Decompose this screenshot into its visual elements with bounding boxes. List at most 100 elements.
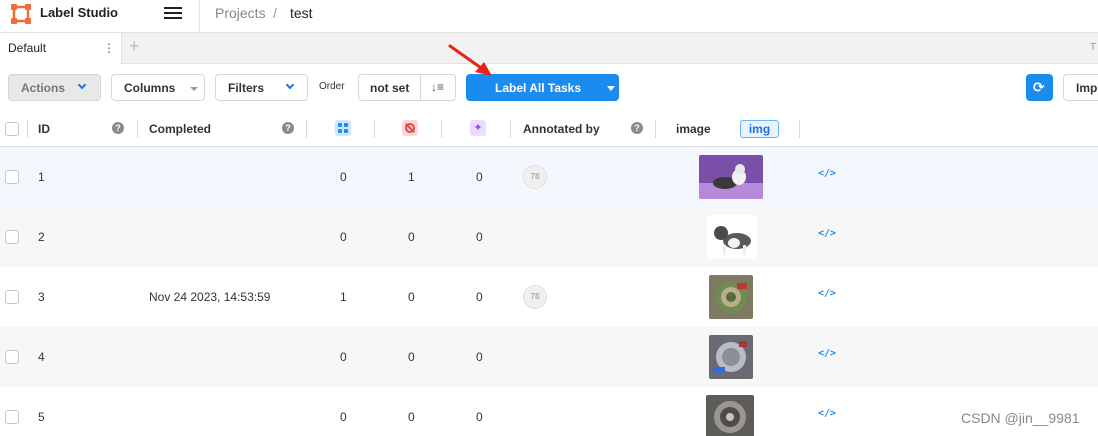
- annotator-avatar: 78: [523, 285, 547, 309]
- header-divider: [199, 0, 200, 33]
- columns-label: Columns: [124, 81, 176, 95]
- table-row[interactable]: 2 0 0 0 </>: [0, 207, 1098, 267]
- row-checkbox[interactable]: [5, 350, 19, 364]
- row-checkbox[interactable]: [5, 290, 19, 304]
- cell-total-annotations: 1: [340, 290, 347, 304]
- tab-default[interactable]: Default ⋮: [0, 33, 122, 64]
- chevron-down-icon: [77, 80, 87, 90]
- table-row[interactable]: 4 0 0 0 </>: [0, 327, 1098, 387]
- cell-id: 4: [38, 350, 45, 364]
- csdn-watermark: CSDN @jin__9981: [961, 410, 1080, 426]
- import-label: Impo: [1076, 81, 1098, 95]
- annotator-avatar: 78: [523, 165, 547, 189]
- refresh-icon: ⟳: [1033, 79, 1045, 95]
- breadcrumb-project-name: test: [290, 5, 313, 21]
- cell-cancelled: 1: [408, 170, 415, 184]
- breadcrumb-separator: /: [273, 5, 277, 21]
- code-view-icon[interactable]: </>: [818, 288, 836, 299]
- cell-id: 2: [38, 230, 45, 244]
- cell-predictions: 0: [476, 350, 483, 364]
- column-divider: [137, 120, 138, 138]
- filters-button[interactable]: Filters: [215, 74, 308, 101]
- cell-predictions: 0: [476, 230, 483, 244]
- table-row[interactable]: 1 0 1 0 78 </>: [0, 147, 1098, 207]
- columns-button[interactable]: Columns: [111, 74, 205, 101]
- cell-id: 3: [38, 290, 45, 304]
- code-view-icon[interactable]: </>: [818, 228, 836, 239]
- cell-cancelled: 0: [408, 290, 415, 304]
- image-thumbnail-object-metal[interactable]: [709, 335, 753, 379]
- row-checkbox[interactable]: [5, 170, 19, 184]
- sort-direction-icon[interactable]: ↓≡: [431, 80, 444, 94]
- add-tab-icon[interactable]: +: [129, 36, 140, 57]
- import-button[interactable]: Impo: [1063, 74, 1098, 101]
- image-thumbnail-object-green[interactable]: [709, 275, 753, 319]
- help-icon[interactable]: ?: [631, 122, 643, 134]
- column-divider: [441, 120, 442, 138]
- column-divider: [510, 120, 511, 138]
- tab-bar: Default ⋮ + T: [0, 33, 1098, 64]
- column-divider: [27, 120, 28, 138]
- cell-completed: Nov 24 2023, 14:53:59: [149, 290, 271, 304]
- row-checkbox[interactable]: [5, 230, 19, 244]
- order-divider: [420, 75, 421, 100]
- code-view-icon[interactable]: </>: [818, 408, 836, 419]
- table-row[interactable]: 5 0 0 0 </>: [0, 387, 1098, 436]
- order-select[interactable]: not set ↓≡: [358, 74, 456, 101]
- cell-predictions: 0: [476, 170, 483, 184]
- column-header-annotated-by[interactable]: Annotated by: [523, 122, 600, 136]
- refresh-button[interactable]: ⟳: [1026, 74, 1053, 101]
- cell-id: 1: [38, 170, 45, 184]
- code-view-icon[interactable]: </>: [818, 168, 836, 179]
- breadcrumb-projects[interactable]: Projects: [215, 5, 266, 21]
- cell-total-annotations: 0: [340, 350, 347, 364]
- column-header-id[interactable]: ID: [38, 122, 50, 136]
- table-header: ID ? Completed ? ✦ Annotated by ? image …: [0, 112, 1098, 147]
- top-header: Label Studio Projects / test: [0, 0, 1098, 33]
- cell-predictions: 0: [476, 410, 483, 424]
- total-annotations-icon[interactable]: [335, 120, 351, 136]
- image-thumbnail-kitten[interactable]: [707, 215, 757, 259]
- label-all-tasks-button[interactable]: Label All Tasks: [466, 74, 619, 101]
- cell-cancelled: 0: [408, 350, 415, 364]
- column-divider: [306, 120, 307, 138]
- column-header-image[interactable]: image: [676, 122, 711, 136]
- caret-down-icon: [190, 87, 198, 91]
- cell-total-annotations: 0: [340, 230, 347, 244]
- red-arrow-annotation-icon: [448, 44, 492, 76]
- predictions-icon[interactable]: ✦: [470, 120, 486, 136]
- table-row[interactable]: 3 Nov 24 2023, 14:53:59 1 0 0 78 </>: [0, 267, 1098, 327]
- actions-label: Actions: [21, 81, 66, 95]
- help-icon[interactable]: ?: [112, 122, 124, 134]
- caret-down-icon[interactable]: [607, 86, 615, 91]
- label-all-tasks-label: Label All Tasks: [495, 81, 582, 95]
- column-divider: [799, 120, 800, 138]
- cancelled-annotations-icon[interactable]: [402, 120, 418, 136]
- cell-predictions: 0: [476, 290, 483, 304]
- order-value: not set: [370, 81, 410, 95]
- image-thumbnail-cat-purple[interactable]: [699, 155, 763, 199]
- column-divider: [655, 120, 656, 138]
- image-type-badge: img: [740, 120, 779, 138]
- cell-total-annotations: 0: [340, 170, 347, 184]
- image-thumbnail-object-dark[interactable]: [706, 395, 754, 436]
- row-checkbox[interactable]: [5, 410, 19, 424]
- hamburger-menu-icon[interactable]: [163, 4, 183, 22]
- cell-id: 5: [38, 410, 45, 424]
- code-view-icon[interactable]: </>: [818, 348, 836, 359]
- actions-button[interactable]: Actions: [8, 74, 101, 101]
- cell-cancelled: 0: [408, 410, 415, 424]
- order-label: Order: [319, 81, 345, 92]
- filters-label: Filters: [228, 81, 265, 95]
- tab-bar-right-text: T: [1090, 42, 1097, 53]
- cell-total-annotations: 0: [340, 410, 347, 424]
- help-icon[interactable]: ?: [282, 122, 294, 134]
- app-name: Label Studio: [40, 5, 118, 20]
- column-divider: [374, 120, 375, 138]
- tab-menu-icon[interactable]: ⋮: [103, 41, 115, 55]
- chevron-down-icon: [285, 80, 295, 90]
- label-studio-logo: [11, 4, 31, 24]
- select-all-checkbox[interactable]: [5, 122, 19, 136]
- column-header-completed[interactable]: Completed: [149, 122, 211, 136]
- tab-label: Default: [8, 41, 47, 55]
